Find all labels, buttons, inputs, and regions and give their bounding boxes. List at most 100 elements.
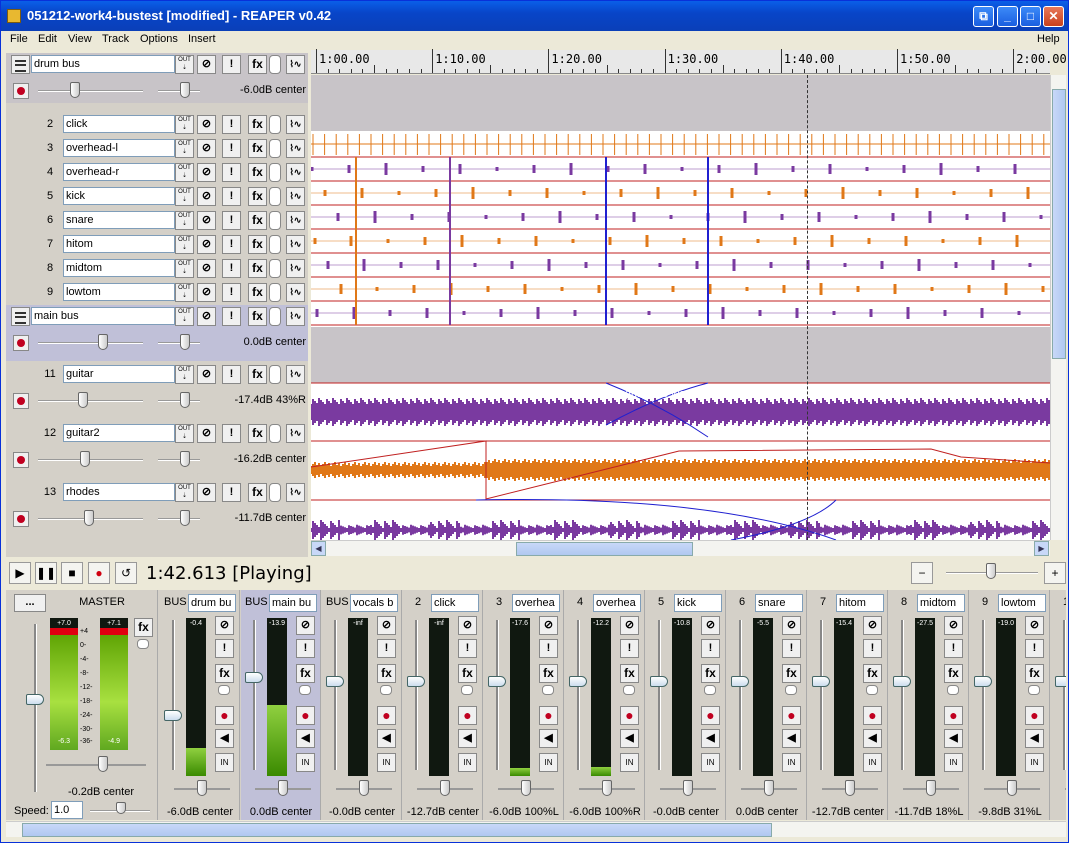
minimize-button[interactable]: _ bbox=[997, 6, 1018, 27]
track-row[interactable]: 9 lowtom OUT ⇣ ⊘! fx ⌇∿ bbox=[6, 281, 308, 305]
zoom-slider-knob[interactable] bbox=[986, 563, 996, 579]
pan-knob[interactable] bbox=[440, 780, 450, 796]
fx-button[interactable]: fx bbox=[1025, 664, 1044, 683]
solo-button[interactable]: ! bbox=[222, 163, 241, 182]
fader-knob[interactable] bbox=[812, 676, 830, 687]
master-pan-knob[interactable] bbox=[98, 756, 108, 772]
fader-knob[interactable] bbox=[488, 676, 506, 687]
solo-button[interactable]: ! bbox=[863, 639, 882, 658]
track-name-field[interactable]: kick bbox=[63, 187, 175, 205]
fader-knob[interactable] bbox=[650, 676, 668, 687]
fader-track[interactable] bbox=[982, 620, 985, 770]
io-button[interactable]: OUT ⇣ bbox=[175, 307, 194, 326]
mono-button[interactable] bbox=[1028, 685, 1040, 695]
strip-name-field[interactable]: overhea bbox=[512, 594, 560, 612]
mono-button[interactable] bbox=[299, 685, 311, 695]
mono-button[interactable] bbox=[269, 307, 281, 326]
phase-icon[interactable]: ⊘ bbox=[197, 115, 216, 134]
fx-button[interactable]: fx bbox=[248, 55, 267, 74]
fx-button[interactable]: fx bbox=[377, 664, 396, 683]
scroll-right-icon[interactable]: ▶ bbox=[1034, 541, 1049, 556]
scroll-left-icon[interactable]: ◀ bbox=[311, 541, 326, 556]
fx-button[interactable]: fx bbox=[248, 187, 267, 206]
track-name-field[interactable]: drum bus bbox=[31, 55, 175, 73]
solo-button[interactable]: ! bbox=[944, 639, 963, 658]
pan-knob[interactable] bbox=[359, 780, 369, 796]
record-button[interactable]: ● bbox=[88, 562, 110, 584]
mono-button[interactable] bbox=[623, 685, 635, 695]
maximize-button[interactable]: □ bbox=[1020, 6, 1041, 27]
pan-knob[interactable] bbox=[180, 510, 190, 526]
record-arm-icon[interactable]: ● bbox=[620, 706, 639, 725]
master-fx-button[interactable]: fx bbox=[134, 618, 153, 637]
fx-button[interactable]: fx bbox=[248, 211, 267, 230]
fx-button[interactable]: fx bbox=[248, 115, 267, 134]
phase-icon[interactable]: ⊘ bbox=[197, 235, 216, 254]
mono-button[interactable] bbox=[269, 115, 281, 134]
speaker-icon[interactable]: ◀ bbox=[296, 729, 315, 748]
envelope-icon[interactable]: ⌇∿ bbox=[286, 483, 305, 502]
fader-knob[interactable] bbox=[569, 676, 587, 687]
record-arm-icon[interactable]: ● bbox=[215, 706, 234, 725]
scroll-thumb[interactable] bbox=[516, 542, 693, 556]
phase-icon[interactable]: ⊘ bbox=[197, 424, 216, 443]
input-button[interactable]: IN bbox=[782, 753, 801, 772]
envelope-icon[interactable]: ⌇∿ bbox=[286, 424, 305, 443]
fx-button[interactable]: fx bbox=[248, 235, 267, 254]
pan-knob[interactable] bbox=[683, 780, 693, 796]
mono-button[interactable] bbox=[269, 483, 281, 502]
mono-button[interactable] bbox=[269, 365, 281, 384]
arrange-horizontal-scrollbar[interactable]: ◀ ▶ bbox=[311, 540, 1050, 556]
record-arm-icon[interactable]: ● bbox=[539, 706, 558, 725]
fx-button[interactable]: fx bbox=[248, 365, 267, 384]
solo-button[interactable]: ! bbox=[620, 639, 639, 658]
record-arm-icon[interactable]: ● bbox=[863, 706, 882, 725]
fader-track[interactable] bbox=[172, 620, 175, 770]
track-name-field[interactable]: overhead-l bbox=[63, 139, 175, 157]
speaker-icon[interactable]: ◀ bbox=[863, 729, 882, 748]
solo-button[interactable]: ! bbox=[458, 639, 477, 658]
track-row[interactable]: main bus OUT ⇣ ⊘! fx ⌇∿ 0.0dB center bbox=[6, 305, 308, 361]
mono-button[interactable] bbox=[269, 235, 281, 254]
record-arm-icon[interactable]: ● bbox=[458, 706, 477, 725]
envelope-icon[interactable]: ⌇∿ bbox=[286, 163, 305, 182]
track-row[interactable]: 12 guitar2 OUT ⇣ ⊘! fx ⌇∿ -16.2dB center bbox=[6, 422, 308, 480]
solo-button[interactable]: ! bbox=[222, 55, 241, 74]
volume-knob[interactable] bbox=[98, 334, 108, 350]
envelope-icon[interactable]: ⌇∿ bbox=[286, 187, 305, 206]
phase-icon[interactable]: ⊘ bbox=[197, 187, 216, 206]
fader-track[interactable] bbox=[1063, 620, 1066, 770]
record-arm-button[interactable] bbox=[13, 393, 29, 409]
envelope-icon[interactable]: ⌇∿ bbox=[286, 307, 305, 326]
input-button[interactable]: IN bbox=[620, 753, 639, 772]
input-button[interactable]: IN bbox=[296, 753, 315, 772]
menu-options[interactable]: Options bbox=[140, 33, 178, 45]
solo-button[interactable]: ! bbox=[222, 139, 241, 158]
record-arm-button[interactable] bbox=[13, 511, 29, 527]
phase-icon[interactable]: ⊘ bbox=[539, 616, 558, 635]
mono-button[interactable] bbox=[866, 685, 878, 695]
record-arm-button[interactable] bbox=[13, 83, 29, 99]
phase-icon[interactable]: ⊘ bbox=[620, 616, 639, 635]
pan-knob[interactable] bbox=[1007, 780, 1017, 796]
input-button[interactable]: IN bbox=[701, 753, 720, 772]
mono-button[interactable] bbox=[269, 259, 281, 278]
menu-edit[interactable]: Edit bbox=[38, 33, 57, 45]
mono-button[interactable] bbox=[269, 55, 281, 74]
mono-button[interactable] bbox=[269, 139, 281, 158]
fx-button[interactable]: fx bbox=[248, 283, 267, 302]
fx-button[interactable]: fx bbox=[620, 664, 639, 683]
fx-button[interactable]: fx bbox=[296, 664, 315, 683]
fx-button[interactable]: fx bbox=[248, 483, 267, 502]
envelope-icon[interactable]: ⌇∿ bbox=[286, 235, 305, 254]
fx-button[interactable]: fx bbox=[782, 664, 801, 683]
record-arm-icon[interactable]: ● bbox=[701, 706, 720, 725]
phase-icon[interactable]: ⊘ bbox=[197, 307, 216, 326]
master-fader-track[interactable] bbox=[34, 624, 37, 792]
fader-track[interactable] bbox=[658, 620, 661, 770]
track-name-field[interactable]: overhead-r bbox=[63, 163, 175, 181]
pan-knob[interactable] bbox=[521, 780, 531, 796]
mono-button[interactable] bbox=[269, 187, 281, 206]
io-button[interactable]: OUT ⇣ bbox=[175, 259, 194, 278]
phase-icon[interactable]: ⊘ bbox=[782, 616, 801, 635]
